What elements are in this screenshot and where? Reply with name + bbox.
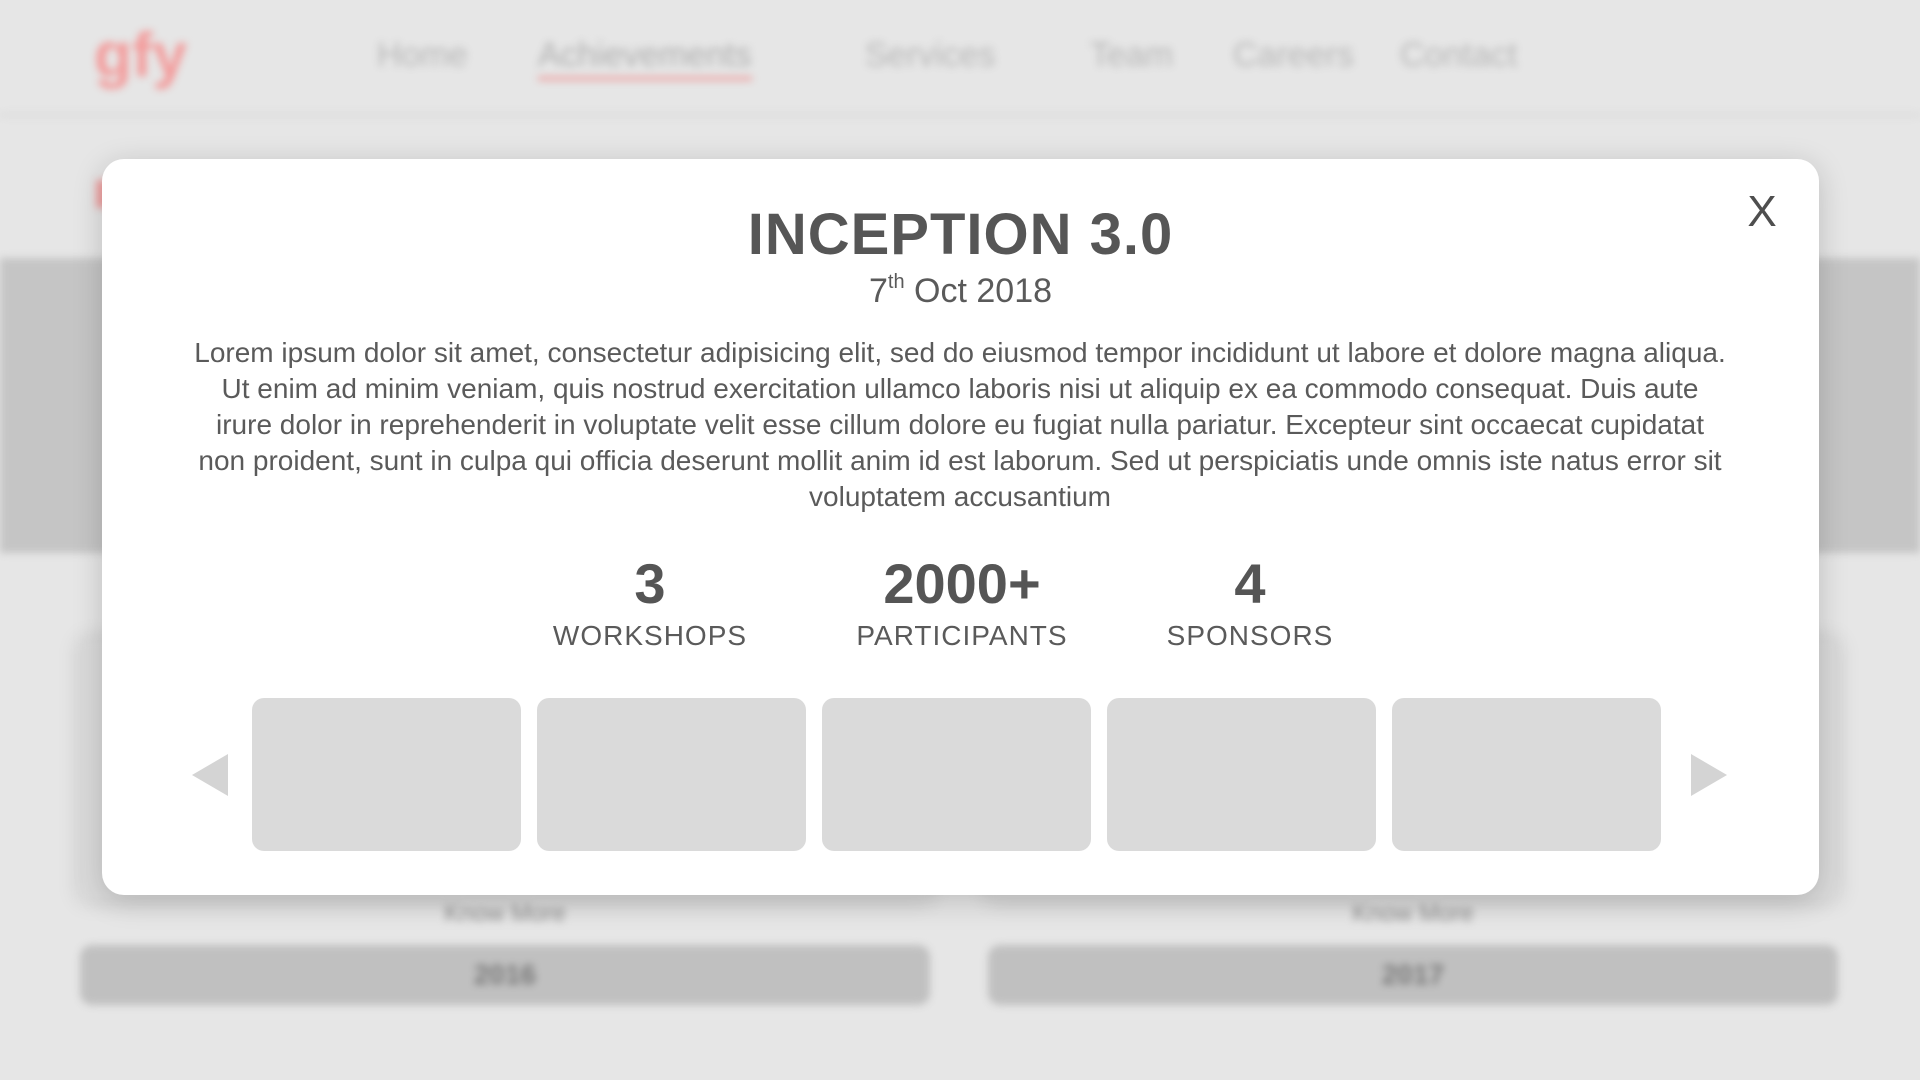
nav-achievements[interactable]: Achievements (538, 36, 752, 80)
stat-label: SPONSORS (1166, 620, 1334, 651)
gallery-image[interactable] (252, 698, 521, 851)
nav-careers[interactable]: Careers (1233, 36, 1354, 75)
year-button[interactable]: 2016 (80, 945, 930, 1005)
stat-workshops: 3 WORKSHOPS (550, 554, 750, 652)
brand-logo[interactable]: gfy (92, 14, 187, 94)
stat-value: 2000+ (883, 552, 1041, 615)
stat-value: 3 (634, 552, 666, 615)
nav-home[interactable]: Home (377, 36, 468, 75)
top-nav: gfy Home Achievements Services Team Care… (0, 0, 1920, 116)
date-month-year: Oct 2018 (904, 272, 1053, 310)
date-day: 7 (868, 272, 888, 310)
stat-label: WORKSHOPS (552, 620, 748, 651)
nav-services[interactable]: Services (865, 36, 995, 75)
stat-sponsors: 4 SPONSORS (1160, 554, 1340, 652)
event-title: INCEPTION 3.0 (747, 202, 1174, 267)
nav-team[interactable]: Team (1090, 36, 1173, 75)
gallery-image[interactable] (1392, 698, 1661, 851)
year-button[interactable]: 2017 (988, 945, 1838, 1005)
gallery-image[interactable] (537, 698, 806, 851)
know-more-link[interactable]: Know More (988, 900, 1838, 928)
stat-participants: 2000+ PARTICIPANTS (847, 554, 1077, 652)
nav-contact[interactable]: Contact (1400, 36, 1517, 75)
logo-text: gfy (94, 21, 187, 90)
date-suffix: th (887, 271, 905, 293)
gallery-image[interactable] (822, 698, 1091, 851)
event-date: 7th Oct 2018 (102, 271, 1819, 311)
gallery-next-icon[interactable] (1691, 754, 1727, 796)
stat-label: PARTICIPANTS (856, 620, 1068, 651)
event-description: Lorem ipsum dolor sit amet, consectetur … (194, 337, 1726, 512)
gallery-image[interactable] (1107, 698, 1376, 851)
event-modal: X INCEPTION 3.0 7th Oct 2018 Lorem ipsum… (102, 159, 1819, 895)
nav-divider (0, 114, 1920, 116)
stat-value: 4 (1234, 552, 1266, 615)
know-more-link[interactable]: Know More (80, 900, 930, 928)
gallery-prev-icon[interactable] (192, 754, 228, 796)
